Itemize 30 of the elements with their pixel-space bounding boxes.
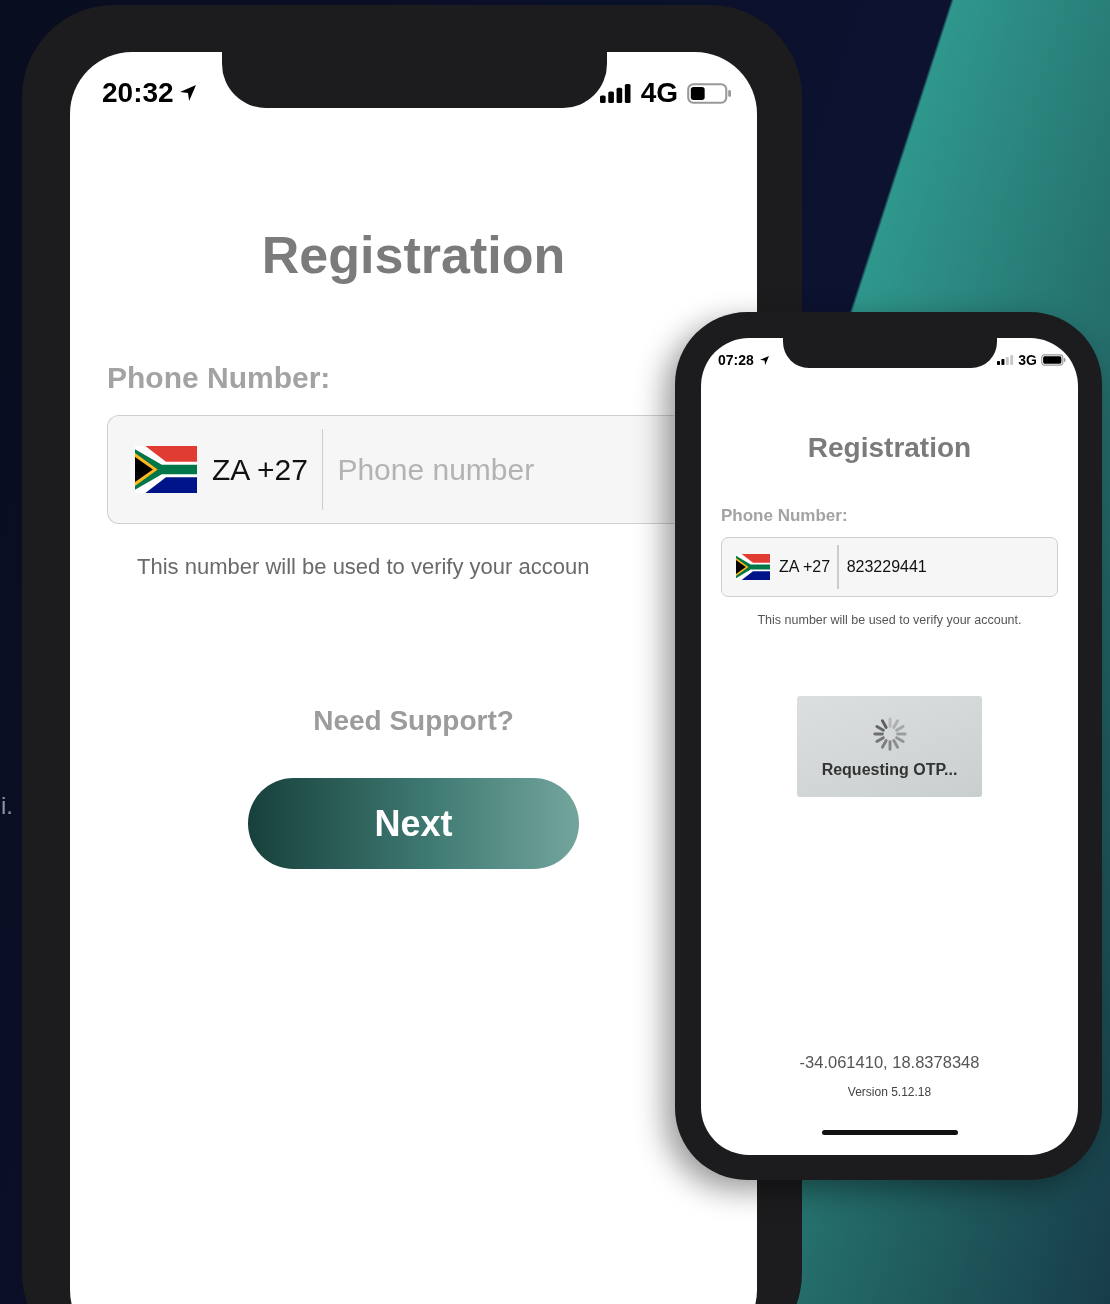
phone-input-field[interactable]: ZA +27 Phone number (107, 415, 674, 524)
loading-label: Requesting OTP... (821, 760, 958, 779)
battery-icon (1041, 354, 1066, 366)
flag-icon (135, 446, 197, 493)
version-text: Version 5.12.18 (847, 1084, 932, 1100)
location-arrow-icon (179, 85, 196, 101)
phone-number-input[interactable]: 823229441 (846, 558, 1057, 576)
signal-icon (599, 83, 632, 103)
location-arrow-icon (759, 355, 769, 365)
phone-input-field[interactable]: ZA +27 823229441 (721, 537, 1058, 597)
network-type: 3G (1018, 352, 1037, 368)
field-label: Phone Number: (721, 506, 848, 526)
status-time: 20:32 (102, 77, 174, 109)
coordinates-text: -34.061410, 18.8378348 (799, 1052, 980, 1072)
field-label: Phone Number: (107, 360, 331, 396)
network-type: 4G (640, 77, 678, 109)
country-code[interactable]: ZA +27 (212, 452, 322, 487)
helper-text: This number will be used to verify your account. (757, 612, 1022, 628)
home-indicator[interactable] (821, 1130, 958, 1135)
signal-icon (997, 355, 1015, 365)
next-button[interactable]: Next (248, 778, 579, 869)
flag-icon (736, 554, 770, 580)
screen-title: Registration (261, 225, 566, 285)
screen-title: Registration (807, 431, 972, 465)
battery-icon (687, 82, 732, 104)
country-code[interactable]: ZA +27 (779, 558, 838, 576)
helper-text: This number will be used to verify your accoun (137, 553, 590, 581)
status-time: 07:28 (718, 352, 754, 368)
background-text: i. (1, 792, 13, 820)
phone-number-input[interactable]: Phone number (337, 452, 674, 487)
